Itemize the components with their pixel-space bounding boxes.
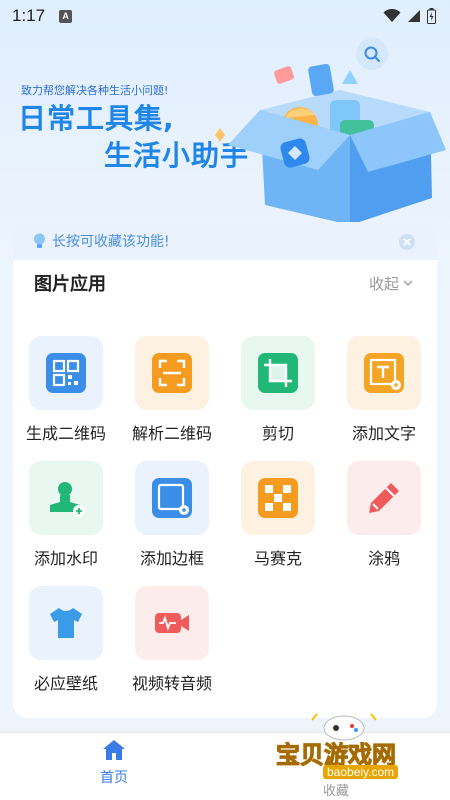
collapse-button[interactable]: 收起 <box>369 273 414 294</box>
watermark-icon <box>50 482 85 517</box>
wifi-icon <box>383 9 401 22</box>
section-header: 图片应用 收起 <box>13 260 437 306</box>
tool-label: 马赛克 <box>253 549 302 568</box>
tool-mosaic[interactable]: 马赛克 <box>225 461 331 569</box>
notification-badge: A <box>59 9 73 23</box>
tool-label: 视频转音频 <box>131 674 212 693</box>
home-icon <box>103 740 125 760</box>
tool-label: 添加水印 <box>33 549 98 568</box>
tool-crop[interactable]: 剪切 <box>225 336 331 444</box>
tool-label: 剪切 <box>261 424 294 443</box>
video-audio-icon <box>155 613 189 633</box>
tool-label: 生成二维码 <box>25 424 106 443</box>
tool-doodle[interactable]: 涂鸦 <box>331 461 437 569</box>
tool-add-watermark[interactable]: 添加水印 <box>13 461 119 569</box>
tool-icon-bg <box>135 586 209 660</box>
tool-add-text[interactable]: 添加文字 <box>331 336 437 444</box>
crop-icon <box>258 353 298 393</box>
collapse-label: 收起 <box>368 274 399 293</box>
tool-label: 解析二维码 <box>131 424 212 443</box>
nav-home-label: 首页 <box>100 770 128 786</box>
chevron-down-icon <box>403 280 413 287</box>
tool-label: 涂鸦 <box>367 549 400 568</box>
tool-icon-bg <box>241 336 315 410</box>
tool-icon-bg <box>347 336 421 410</box>
tool-icon-bg <box>347 461 421 535</box>
tshirt-icon <box>50 608 82 638</box>
tool-icon-bg <box>241 461 315 535</box>
nav-home[interactable]: 首页 <box>84 739 144 787</box>
hero-title-line1: 日常工具集, <box>18 102 175 135</box>
tool-add-border[interactable]: 添加边框 <box>119 461 225 569</box>
tool-generate-qrcode[interactable]: 生成二维码 <box>13 336 119 444</box>
border-icon <box>152 478 192 518</box>
tools-card: 长按可收藏该功能! 图片应用 收起 生成二维码 解析二维码 剪切 添加文字 添加… <box>13 222 437 718</box>
close-tip-button[interactable] <box>399 234 415 250</box>
watermark-url: baobeiy.com <box>323 765 399 779</box>
text-icon <box>364 353 404 393</box>
status-bar: 1:17 A <box>0 0 450 32</box>
hero-subtitle: 致力帮您解决各种生活小问题! <box>21 84 169 97</box>
tool-icon-bg <box>135 336 209 410</box>
tool-label: 添加文字 <box>351 424 416 443</box>
tool-icon-bg <box>29 586 103 660</box>
close-icon <box>403 238 411 246</box>
toolbox-illustration <box>215 63 446 225</box>
tool-grid: 生成二维码 解析二维码 剪切 添加文字 添加水印 添加边框 马赛克 涂鸦 必应壁… <box>13 336 437 694</box>
lightbulb-icon <box>34 233 45 248</box>
tool-label: 必应壁纸 <box>33 674 98 693</box>
signal-icon <box>408 10 420 22</box>
battery-icon <box>427 8 436 24</box>
tool-bing-wallpaper[interactable]: 必应壁纸 <box>13 586 119 694</box>
section-title: 图片应用 <box>34 274 106 295</box>
tool-label: 添加边框 <box>139 549 204 568</box>
tool-icon-bg <box>135 461 209 535</box>
pencil-icon <box>369 483 399 513</box>
tip-bar: 长按可收藏该功能! <box>13 222 437 260</box>
scan-icon <box>152 353 192 393</box>
tool-parse-qrcode[interactable]: 解析二维码 <box>119 336 225 444</box>
qrcode-icon <box>46 353 86 393</box>
tip-text: 长按可收藏该功能! <box>52 234 170 250</box>
tool-icon-bg <box>29 336 103 410</box>
nav-favorites-label[interactable]: 收藏 <box>323 780 349 799</box>
tool-video-to-audio[interactable]: 视频转音频 <box>119 586 225 694</box>
status-icons <box>383 8 436 24</box>
status-time: 1:17 <box>12 6 46 25</box>
mosaic-icon <box>258 478 298 518</box>
tool-icon-bg <box>29 461 103 535</box>
